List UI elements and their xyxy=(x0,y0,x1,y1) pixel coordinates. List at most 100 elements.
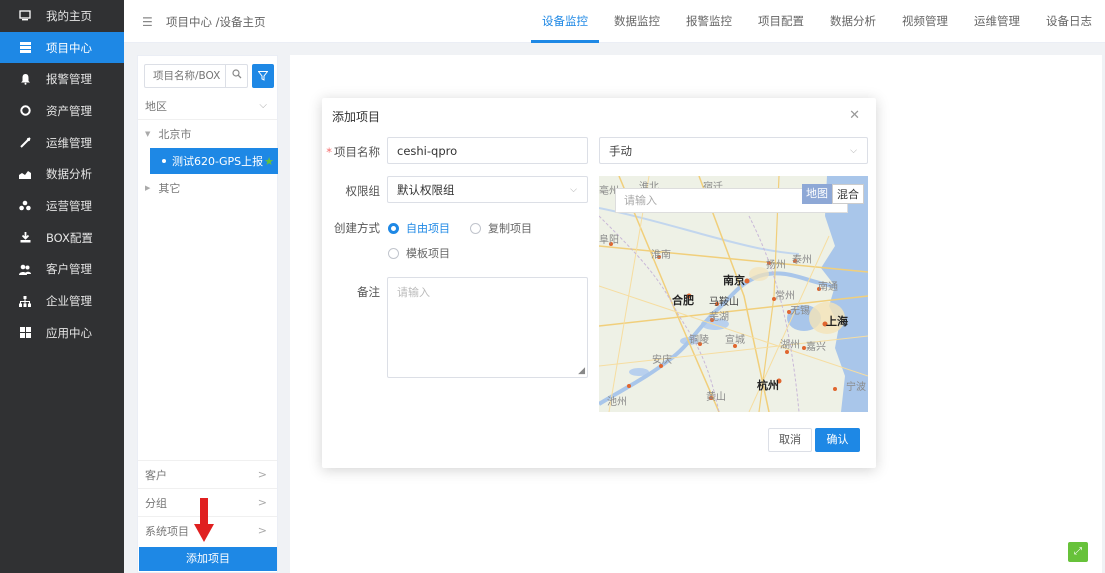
close-icon[interactable]: ✕ xyxy=(849,108,860,123)
map-label-nanjing: 南京 xyxy=(723,274,745,287)
map-label-tongling: 铜陵 xyxy=(689,335,709,346)
section-label: 系统项目 xyxy=(145,524,189,538)
wrench-icon xyxy=(18,136,32,150)
region-label: 地区 xyxy=(145,99,167,113)
search-icon[interactable] xyxy=(225,65,247,87)
chevron-right-icon: > xyxy=(257,468,267,481)
map-label-jiaxing: 嘉兴 xyxy=(806,342,826,353)
tree-node-city[interactable]: ▼ 北京市 xyxy=(138,120,277,148)
location-map[interactable]: 南京 合肥 上海 杭州 马鞍山 芜湖 淮南 安庆 铜陵 宣城 无锡 常州 湖州 … xyxy=(599,176,868,412)
map-label-shanghai: 上海 xyxy=(826,315,848,328)
menu-toggle-icon[interactable]: ☰ xyxy=(142,15,154,29)
sidebar-item-box-config[interactable]: BOX配置 xyxy=(0,222,124,254)
breadcrumb-text: 项目中心 /设备主页 xyxy=(166,15,266,29)
confirm-button[interactable]: 确认 xyxy=(815,428,860,452)
remark-textarea[interactable]: 请输入 ◢ xyxy=(387,277,588,378)
bell-icon xyxy=(18,72,32,86)
sidebar-item-maintenance[interactable]: 运维管理 xyxy=(0,127,124,159)
project-name-label: * 项目名称 xyxy=(326,145,380,159)
map-label-anqing: 安庆 xyxy=(652,355,672,366)
sidebar-item-label: 应用中心 xyxy=(46,325,92,340)
map-type-mix-button[interactable]: 混合 xyxy=(832,184,864,204)
tree-node-label: 其它 xyxy=(158,182,181,195)
map-label-taizhou: 泰州 xyxy=(792,255,812,266)
tab-device-monitor[interactable]: 设备监控 xyxy=(529,0,601,43)
tab-project-config[interactable]: 项目配置 xyxy=(745,0,817,43)
filter-button[interactable] xyxy=(252,64,274,88)
sidebar-item-label: 客户管理 xyxy=(46,262,92,277)
sidebar-item-label: 我的主页 xyxy=(46,8,92,23)
map-type-map-button[interactable]: 地图 xyxy=(802,184,832,204)
map-type-switch: 地图 混合 xyxy=(802,184,864,204)
sidebar-item-customers[interactable]: 客户管理 xyxy=(0,254,124,286)
sidebar-item-project-center[interactable]: 项目中心 xyxy=(0,31,124,64)
sidebar-item-label: 运维管理 xyxy=(46,135,92,150)
permission-group-select[interactable]: 默认权限组 ⌵ xyxy=(387,176,588,203)
caret-down-icon: ▼ xyxy=(145,130,151,138)
operations-icon xyxy=(18,199,32,213)
project-tree-panel: 地区 ⌵ ▼ 北京市 测试620-GPS上报 ★ ▶ 其它 客户 > 分组 > … xyxy=(137,55,278,573)
download-icon xyxy=(18,231,32,245)
map-label-huainan: 淮南 xyxy=(651,250,671,261)
cancel-button[interactable]: 取消 xyxy=(768,428,812,452)
tree-node-project[interactable]: 测试620-GPS上报 ★ xyxy=(150,148,278,174)
top-bar: ☰ 项目中心 /设备主页 设备监控 数据监控 报警监控 项目配置 数据分析 视频… xyxy=(124,0,1105,43)
sidebar-item-enterprise[interactable]: 企业管理 xyxy=(0,285,124,317)
create-method-label: 创建方式 xyxy=(334,221,380,235)
tab-maintenance[interactable]: 运维管理 xyxy=(961,0,1033,43)
map-label-xuancheng: 宣城 xyxy=(725,335,745,346)
radio-circle-icon xyxy=(388,247,399,259)
radio-template-project[interactable]: 模板项目 xyxy=(388,245,450,261)
tab-device-log[interactable]: 设备日志 xyxy=(1033,0,1105,43)
chevron-down-icon: ⌵ xyxy=(850,145,857,156)
sidebar-item-data-analysis[interactable]: 数据分析 xyxy=(0,158,124,190)
location-mode-select[interactable]: 手动 ⌵ xyxy=(599,137,868,164)
top-tabs: 设备监控 数据监控 报警监控 项目配置 数据分析 视频管理 运维管理 设备日志 xyxy=(529,0,1105,43)
map-label-maanshan: 马鞍山 xyxy=(709,297,739,308)
chevron-right-icon: > xyxy=(257,524,267,537)
tree-node-other[interactable]: ▶ 其它 xyxy=(138,174,277,202)
sidebar-item-operations[interactable]: 运营管理 xyxy=(0,190,124,222)
sidebar-item-label: 报警管理 xyxy=(46,72,92,87)
chevron-right-icon: > xyxy=(257,496,267,509)
map-label-yangzhou: 扬州 xyxy=(766,260,786,271)
radio-circle-icon xyxy=(470,222,481,234)
sidebar-item-label: BOX配置 xyxy=(46,230,93,245)
sidebar-item-app-center[interactable]: 应用中心 xyxy=(0,317,124,349)
apps-icon xyxy=(18,326,32,340)
map-label-nantong: 南通 xyxy=(818,282,838,293)
permission-group-value: 默认权限组 xyxy=(397,182,455,197)
tab-data-analysis[interactable]: 数据分析 xyxy=(817,0,889,43)
resize-handle-icon[interactable]: ◢ xyxy=(578,366,585,376)
tab-data-monitor[interactable]: 数据监控 xyxy=(601,0,673,43)
tab-alarm-monitor[interactable]: 报警监控 xyxy=(673,0,745,43)
grid-icon xyxy=(18,41,32,55)
map-label-huzhou: 湖州 xyxy=(780,340,800,351)
map-label-wuhu: 芜湖 xyxy=(709,312,729,323)
sidebar-item-alarm[interactable]: 报警管理 xyxy=(0,63,124,95)
add-project-button[interactable]: 添加项目 xyxy=(139,547,277,571)
permission-group-label: 权限组 xyxy=(345,184,381,198)
org-icon xyxy=(18,294,32,308)
caret-right-icon: ▶ xyxy=(145,184,151,192)
project-search-box xyxy=(144,64,248,88)
project-search-input[interactable] xyxy=(145,70,225,82)
radio-copy-project[interactable]: 复制项目 xyxy=(470,220,532,236)
sidebar-item-home[interactable]: 我的主页 xyxy=(0,0,124,32)
radio-free-project[interactable]: 自由项目 xyxy=(388,220,450,236)
star-icon[interactable]: ★ xyxy=(264,155,274,168)
filter-icon xyxy=(257,71,269,81)
sidebar-item-assets[interactable]: 资产管理 xyxy=(0,95,124,127)
section-label: 客户 xyxy=(145,468,167,482)
chart-icon xyxy=(18,167,32,181)
sidebar-item-label: 资产管理 xyxy=(46,103,92,118)
radio-circle-icon xyxy=(388,222,399,234)
tab-video-management[interactable]: 视频管理 xyxy=(889,0,961,43)
section-customers[interactable]: 客户 > xyxy=(138,460,277,488)
region-selector[interactable]: 地区 ⌵ xyxy=(138,92,277,120)
add-project-dialog: 添加项目 ✕ * 项目名称 ceshi-qpro 手动 ⌵ 权限组 默认权限组 ⌵… xyxy=(322,98,876,468)
map-label-huangshan: 黄山 xyxy=(706,392,726,403)
project-name-input[interactable]: ceshi-qpro xyxy=(387,137,588,164)
fullscreen-icon[interactable]: ⤢ xyxy=(1068,542,1088,562)
sidebar-item-label: 项目中心 xyxy=(46,40,92,55)
